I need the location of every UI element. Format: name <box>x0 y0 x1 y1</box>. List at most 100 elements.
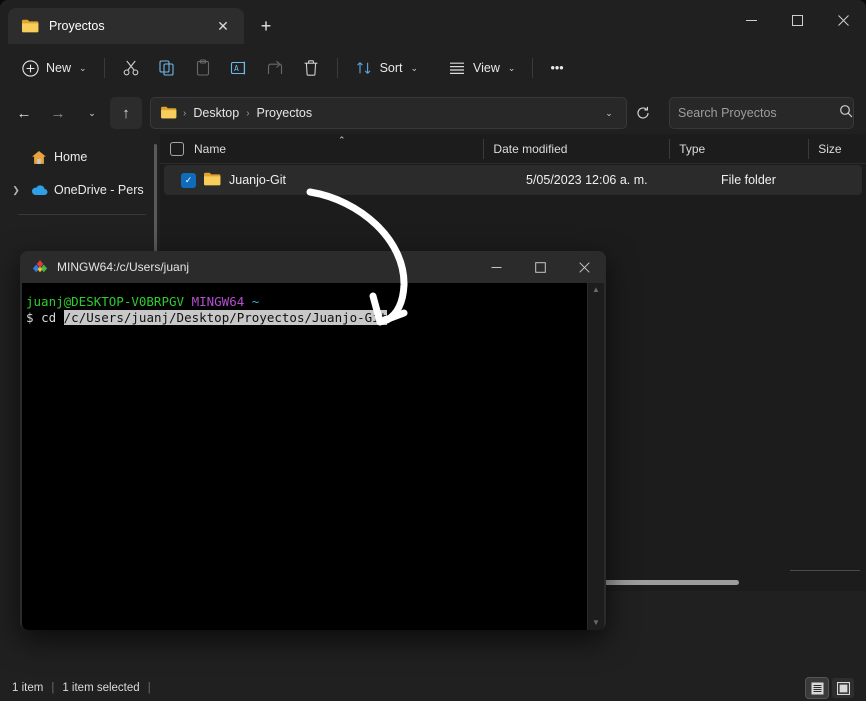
row-name-cell: Juanjo-Git <box>229 173 286 187</box>
rename-icon: A <box>230 59 248 77</box>
back-button[interactable]: ← <box>8 97 40 129</box>
column-header-size[interactable]: Size <box>808 134 866 164</box>
scroll-down-icon[interactable]: ▼ <box>592 619 600 627</box>
window-controls <box>728 0 866 40</box>
delete-button[interactable] <box>293 51 329 85</box>
row-type-cell: File folder <box>721 173 776 187</box>
breadcrumb-item-desktop[interactable]: Desktop <box>188 104 244 122</box>
address-bar[interactable]: › Desktop › Proyectos ⌄ <box>150 97 627 129</box>
tab-strip: Proyectos ✕ + <box>0 0 282 44</box>
cut-button[interactable] <box>113 51 149 85</box>
status-separator-2: | <box>147 682 151 694</box>
refresh-button[interactable] <box>629 99 657 127</box>
view-button[interactable]: View ⌄ <box>439 51 524 85</box>
command-bar: New ⌄ A Sort ⌄ View ⌄ ••• <box>0 44 866 92</box>
column-header-type[interactable]: Type <box>669 134 808 164</box>
address-folder-icon <box>161 106 178 120</box>
trash-icon <box>302 59 320 77</box>
home-icon <box>30 148 48 166</box>
forward-button[interactable]: → <box>42 97 74 129</box>
breadcrumb: › Desktop › Proyectos <box>182 104 596 122</box>
terminal-prompt-path: ~ <box>251 294 260 309</box>
search-box[interactable] <box>669 97 854 129</box>
column-header-name-label: Name <box>194 141 227 156</box>
list-view-icon <box>448 59 466 77</box>
folder-icon-row <box>204 172 221 188</box>
terminal-close-icon[interactable] <box>562 251 606 283</box>
sidebar-item-home[interactable]: Home <box>4 141 154 173</box>
share-button[interactable] <box>257 51 293 85</box>
expander-onedrive-icon[interactable]: ❯ <box>8 185 24 196</box>
terminal-output: juanj@DESKTOP-V0BRPGV MINGW64 ~ $ cd /c/… <box>22 283 604 326</box>
column-header-name[interactable]: Name ⌃ <box>160 134 483 164</box>
list-edge-line <box>790 570 860 571</box>
maximize-icon[interactable] <box>774 0 820 40</box>
copy-icon <box>158 59 176 77</box>
status-item-count: 1 item <box>12 682 44 694</box>
up-button[interactable]: ↑ <box>110 97 142 129</box>
screen: Proyectos ✕ + New ⌄ A Sort ⌄ View ⌄ ••• … <box>0 0 866 701</box>
address-dropdown-icon[interactable]: ⌄ <box>596 100 622 126</box>
column-header-date-modified[interactable]: Date modified <box>483 134 669 164</box>
select-all-checkbox[interactable] <box>170 141 184 156</box>
chevron-down-icon-sort: ⌄ <box>410 62 419 73</box>
column-header-type-label: Type <box>679 141 706 156</box>
breadcrumb-sep-1: › <box>246 107 250 119</box>
breadcrumb-sep-0: › <box>183 107 187 119</box>
breadcrumb-item-proyectos[interactable]: Proyectos <box>252 104 318 122</box>
chevron-down-icon-view: ⌄ <box>507 62 516 73</box>
sidebar-item-onedrive-label: OneDrive - Pers <box>54 183 144 197</box>
terminal-window-controls <box>474 251 606 283</box>
terminal-body[interactable]: juanj@DESKTOP-V0BRPGV MINGW64 ~ $ cd /c/… <box>22 283 604 630</box>
tab-title: Proyectos <box>49 19 105 33</box>
view-button-label: View <box>473 61 500 75</box>
search-input[interactable] <box>678 106 839 120</box>
terminal-maximize-icon[interactable] <box>518 251 562 283</box>
toolbar-separator-2 <box>336 58 338 78</box>
terminal-title-bar: MINGW64:/c/Users/juanj <box>20 251 606 283</box>
terminal-prompt-user: juanj@DESKTOP-V0BRPGV <box>26 294 185 309</box>
svg-text:A: A <box>234 64 239 73</box>
sidebar-scrollbar[interactable] <box>154 144 157 264</box>
more-options-button[interactable]: ••• <box>541 51 572 85</box>
tab-proyectos[interactable]: Proyectos ✕ <box>8 8 244 44</box>
column-headers: Name ⌃ Date modified Type Size <box>160 134 866 164</box>
details-view-button[interactable] <box>805 677 829 699</box>
terminal-prompt-shell: MINGW64 <box>191 294 245 309</box>
tab-close-icon[interactable]: ✕ <box>210 13 236 39</box>
copy-button[interactable] <box>149 51 185 85</box>
chevron-down-icon: ⌄ <box>79 62 87 73</box>
status-bar: 1 item | 1 item selected | <box>0 675 866 701</box>
minimize-icon[interactable] <box>728 0 774 40</box>
close-icon[interactable] <box>820 0 866 40</box>
row-checkbox[interactable]: ✓ <box>181 172 196 188</box>
terminal-scrollbar[interactable]: ▲ ▼ <box>587 283 604 630</box>
sidebar-divider <box>18 214 146 215</box>
mingw64-logo-icon <box>32 259 48 275</box>
row-date-cell: 5/05/2023 12:06 a. m. <box>526 173 648 187</box>
sort-button-label: Sort <box>379 61 403 75</box>
status-separator-1: | <box>51 682 55 694</box>
chevron-down-icon-recent: ⌄ <box>88 107 96 118</box>
sidebar-item-home-label: Home <box>54 150 88 164</box>
toolbar-separator <box>103 58 105 78</box>
table-row[interactable]: ✓ Juanjo-Git 5/05/2023 12:06 a. m. File … <box>164 165 862 195</box>
paste-button[interactable] <box>185 51 221 85</box>
recent-locations-button[interactable]: ⌄ <box>76 97 108 129</box>
sidebar-item-onedrive[interactable]: ❯ OneDrive - Pers <box>4 174 154 206</box>
sort-button[interactable]: Sort ⌄ <box>346 51 427 85</box>
new-button-label: New <box>46 61 72 75</box>
large-icons-view-button[interactable] <box>832 678 854 698</box>
address-row: ← → ⌄ ↑ › Desktop › Proyectos ⌄ Search P… <box>0 92 866 134</box>
folder-icon <box>22 19 39 33</box>
search-icon <box>839 104 853 123</box>
scroll-up-icon[interactable]: ▲ <box>592 286 600 294</box>
paste-icon <box>194 59 212 77</box>
title-bar: Proyectos ✕ + <box>0 0 866 44</box>
new-button[interactable]: New ⌄ <box>12 51 96 85</box>
rename-button[interactable]: A <box>221 51 257 85</box>
new-tab-button[interactable]: + <box>250 10 282 42</box>
plus-circle-icon <box>21 59 39 77</box>
mingw64-terminal-window[interactable]: MINGW64:/c/Users/juanj juanj@DESKTOP-V0B… <box>20 251 606 630</box>
terminal-minimize-icon[interactable] <box>474 251 518 283</box>
